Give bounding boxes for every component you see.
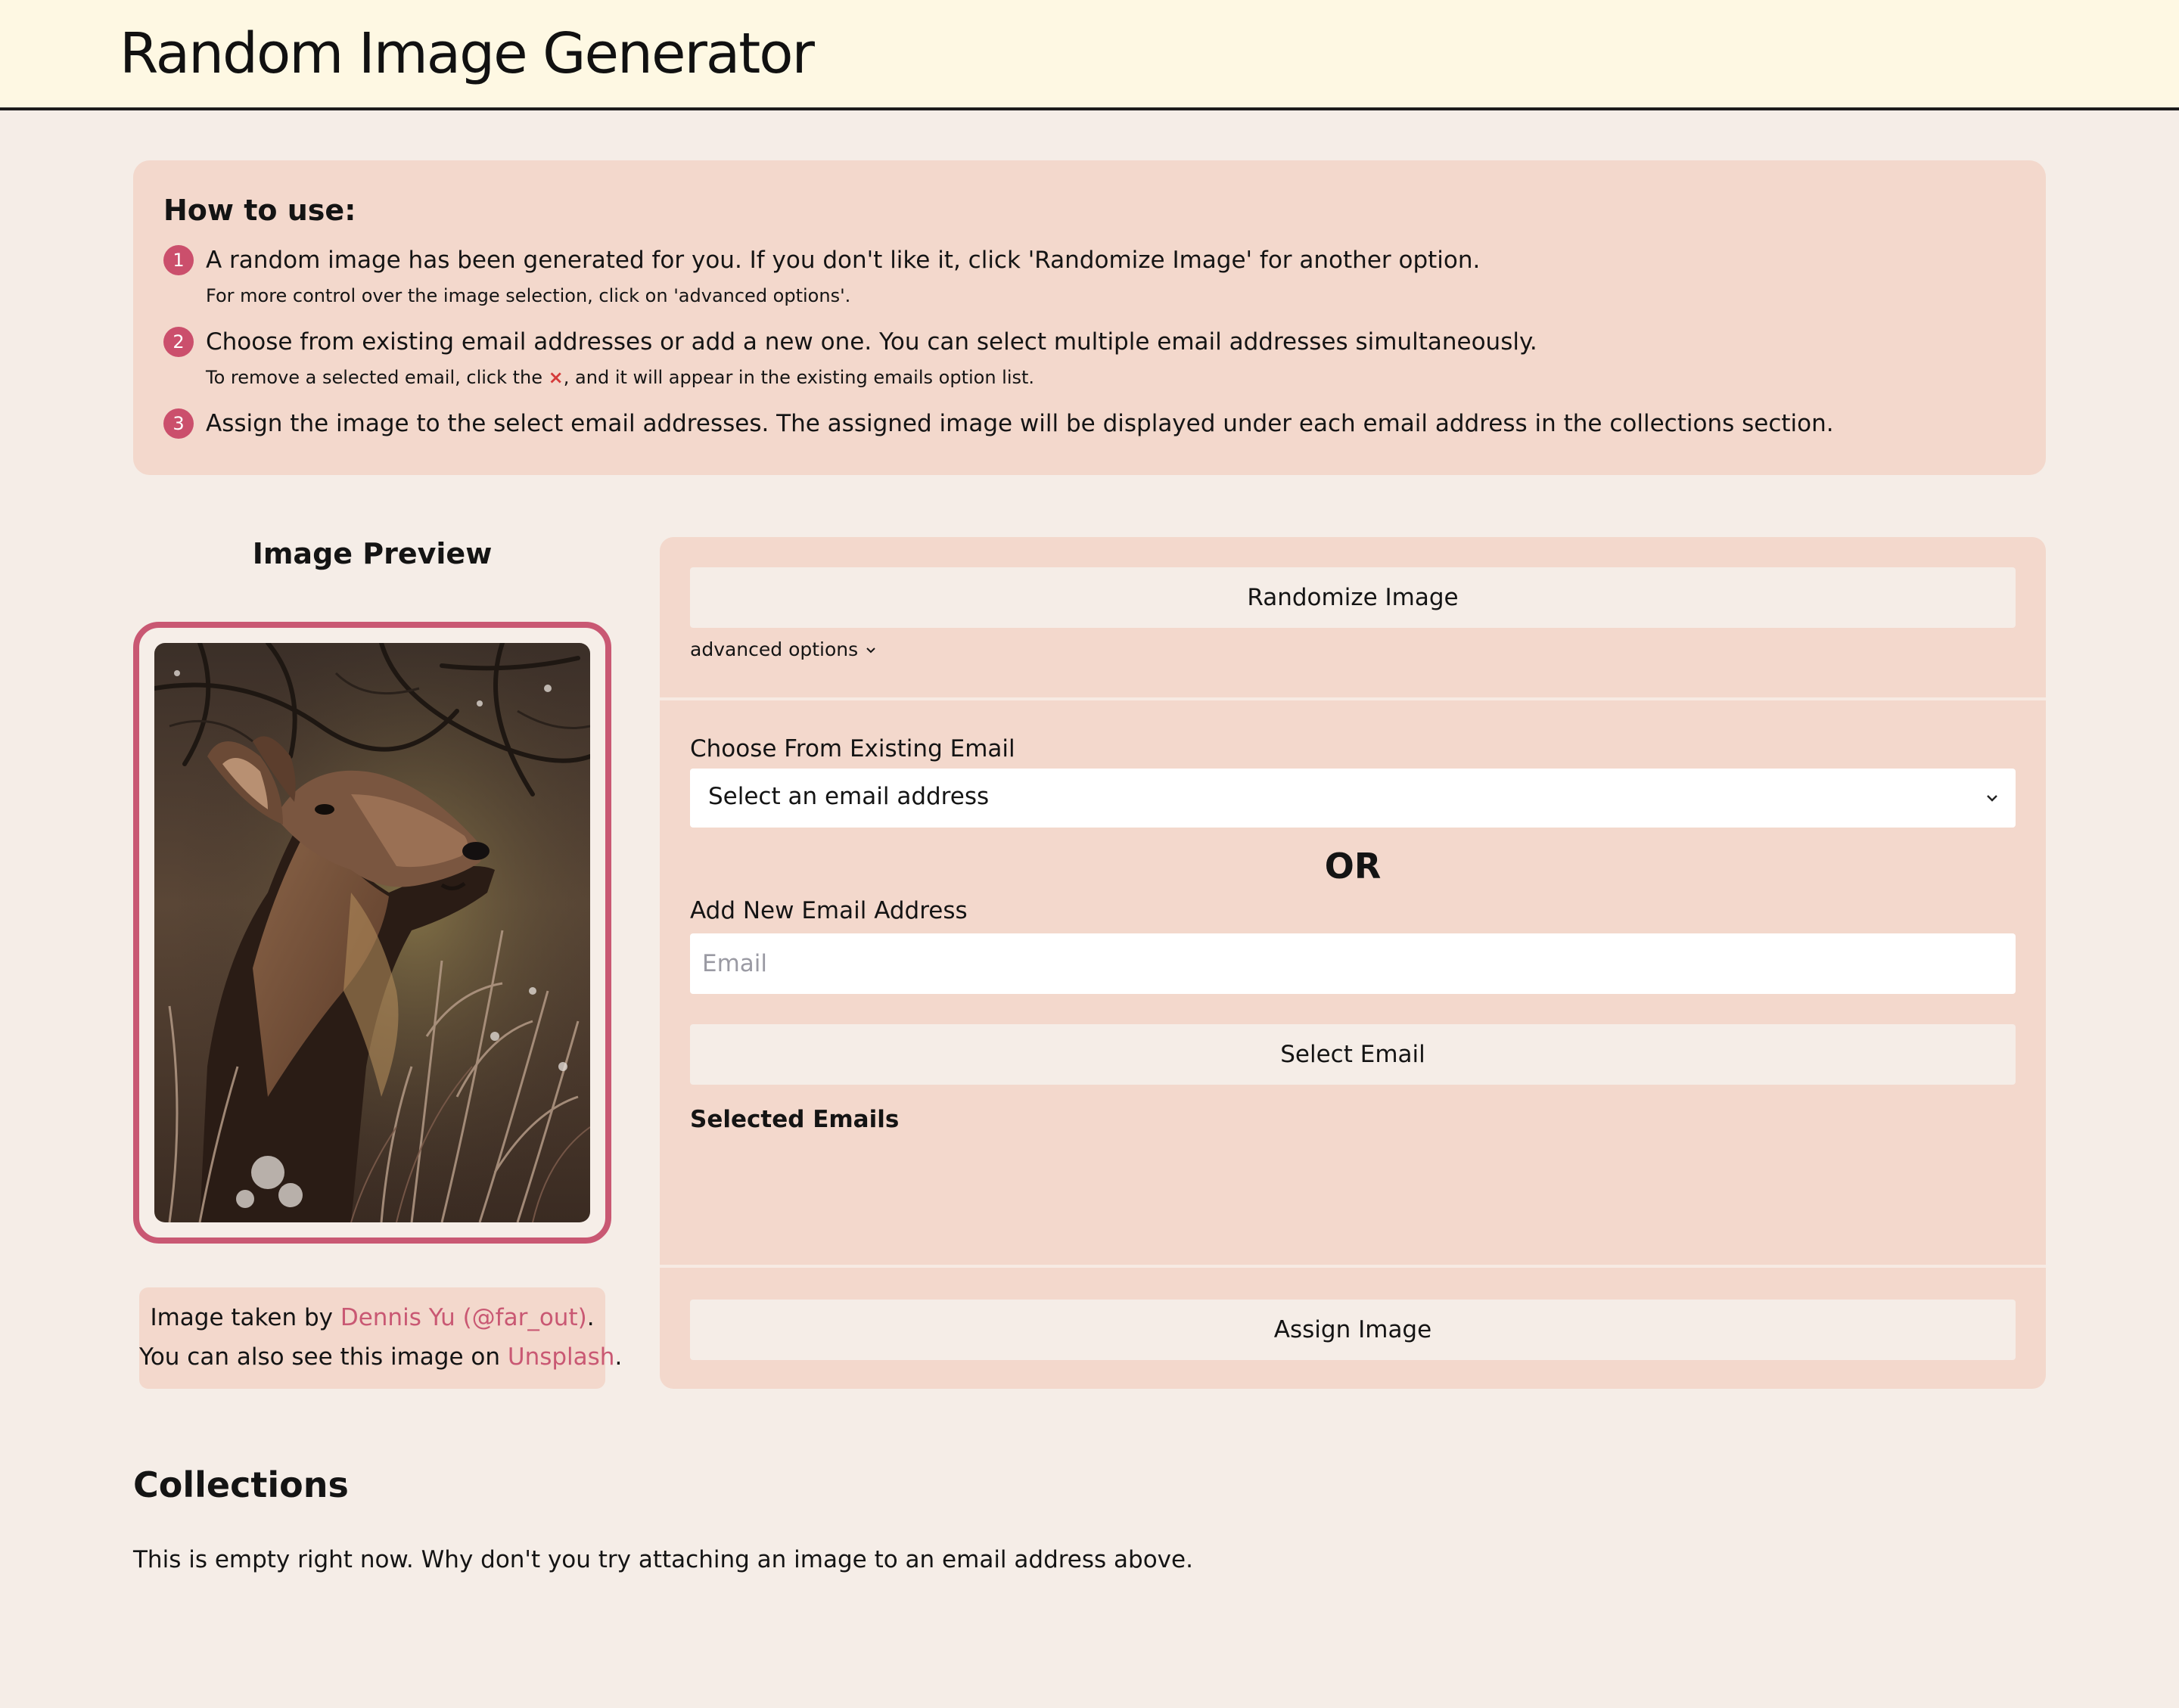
step-number-badge: 1: [163, 245, 194, 275]
randomize-image-button[interactable]: Randomize Image: [690, 567, 2016, 628]
step-number-badge: 3: [163, 408, 194, 439]
select-email-button[interactable]: Select Email: [690, 1024, 2016, 1085]
image-preview-title: Image Preview: [252, 537, 493, 570]
how-to-panel: How to use: 1 A random image has been ge…: [133, 160, 2046, 475]
advanced-options-label: advanced options: [690, 638, 859, 660]
existing-email-select[interactable]: Select an email address: [690, 769, 2016, 828]
assign-image-button[interactable]: Assign Image: [690, 1300, 2016, 1360]
image-preview-frame: [133, 622, 611, 1244]
credit-line-1: Image taken by Dennis Yu (@far_out).: [139, 1298, 605, 1337]
or-separator: OR: [1324, 846, 1382, 887]
author-link[interactable]: Dennis Yu (@far_out): [340, 1304, 587, 1331]
credit-line-2: You can also see this image on Unsplash.: [139, 1337, 622, 1377]
credit-mid: You can also see this image on: [139, 1343, 501, 1371]
page-title: Random Image Generator: [120, 21, 815, 86]
site-header: Random Image Generator: [0, 0, 2179, 110]
selected-emails-heading: Selected Emails: [690, 1106, 900, 1133]
credit-period: .: [586, 1304, 595, 1331]
collections-title: Collections: [133, 1464, 349, 1505]
remove-x-icon: ×: [548, 367, 564, 388]
step-text: Choose from existing email addresses or …: [206, 328, 1537, 356]
step-text: Assign the image to the select email add…: [206, 410, 1834, 437]
add-new-email-label: Add New Email Address: [690, 897, 968, 924]
divider: [660, 697, 2046, 700]
preview-image: [154, 643, 590, 1222]
step-number-badge: 2: [163, 327, 194, 357]
assign-form-panel: Randomize Image advanced options Choose …: [660, 537, 2046, 1389]
select-value: Select an email address: [708, 783, 990, 810]
credit-period: .: [614, 1343, 623, 1371]
credit-prefix: Image taken by: [150, 1304, 333, 1331]
chevron-down-icon: [1987, 795, 1997, 802]
step-note-after: , and it will appear in the existing ema…: [563, 367, 1035, 388]
advanced-options-toggle[interactable]: advanced options: [690, 638, 876, 660]
step-text: A random image has been generated for yo…: [206, 247, 1481, 274]
divider: [660, 1265, 2046, 1268]
unsplash-link[interactable]: Unsplash: [508, 1343, 615, 1371]
collections-empty-text: This is empty right now. Why don't you t…: [133, 1546, 1193, 1573]
email-input[interactable]: [690, 933, 2016, 994]
how-to-heading: How to use:: [163, 194, 356, 227]
step-note-before: To remove a selected email, click the: [206, 367, 543, 388]
step-note: For more control over the image selectio…: [206, 285, 851, 306]
chevron-down-icon: [866, 647, 875, 654]
choose-existing-label: Choose From Existing Email: [690, 735, 1015, 762]
step-note: To remove a selected email, click the ×,…: [206, 366, 1034, 389]
image-credit: Image taken by Dennis Yu (@far_out). You…: [139, 1287, 622, 1389]
